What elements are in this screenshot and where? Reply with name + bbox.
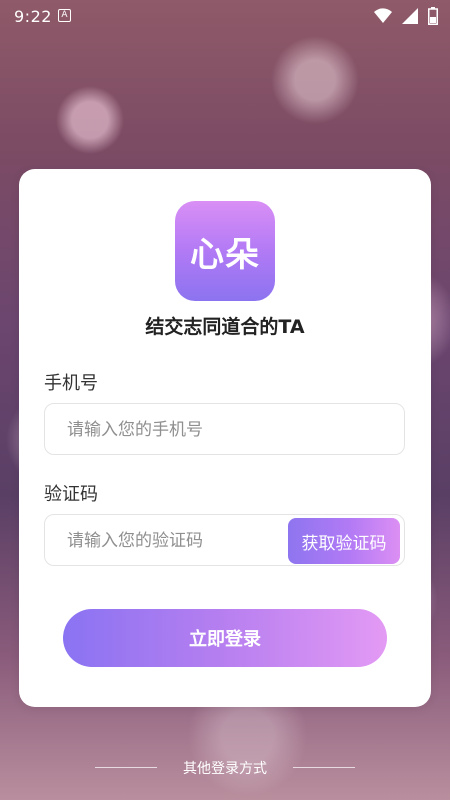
code-input[interactable]	[65, 515, 279, 567]
phone-label: 手机号	[44, 373, 98, 394]
other-login-label[interactable]: 其他登录方式	[0, 758, 450, 778]
divider-right	[293, 767, 355, 768]
notification-a-icon: A	[58, 9, 71, 22]
code-label: 验证码	[44, 484, 98, 505]
tagline: 结交志同道合的TA	[145, 316, 305, 338]
login-card: 心朵 结交志同道合的TA 手机号 验证码 获取验证码 立即登录	[19, 169, 431, 707]
signal-icon	[402, 8, 418, 24]
phone-input-box	[44, 403, 405, 456]
login-screen: 9:22 A 心朵 结交志同道合的TA 手机号 验证码	[0, 0, 450, 800]
status-bar: 9:22 A	[0, 0, 450, 32]
get-code-button[interactable]: 获取验证码	[288, 518, 400, 564]
login-button[interactable]: 立即登录	[63, 609, 387, 667]
status-time: 9:22	[14, 7, 52, 26]
wifi-icon	[374, 8, 392, 23]
app-logo: 心朵	[175, 201, 275, 301]
other-login-section: 其他登录方式	[0, 758, 450, 778]
phone-input[interactable]	[65, 404, 389, 456]
battery-icon	[428, 7, 438, 25]
logo-text: 心朵	[190, 234, 260, 275]
status-icons	[374, 7, 438, 25]
code-input-box: 获取验证码	[44, 514, 405, 567]
